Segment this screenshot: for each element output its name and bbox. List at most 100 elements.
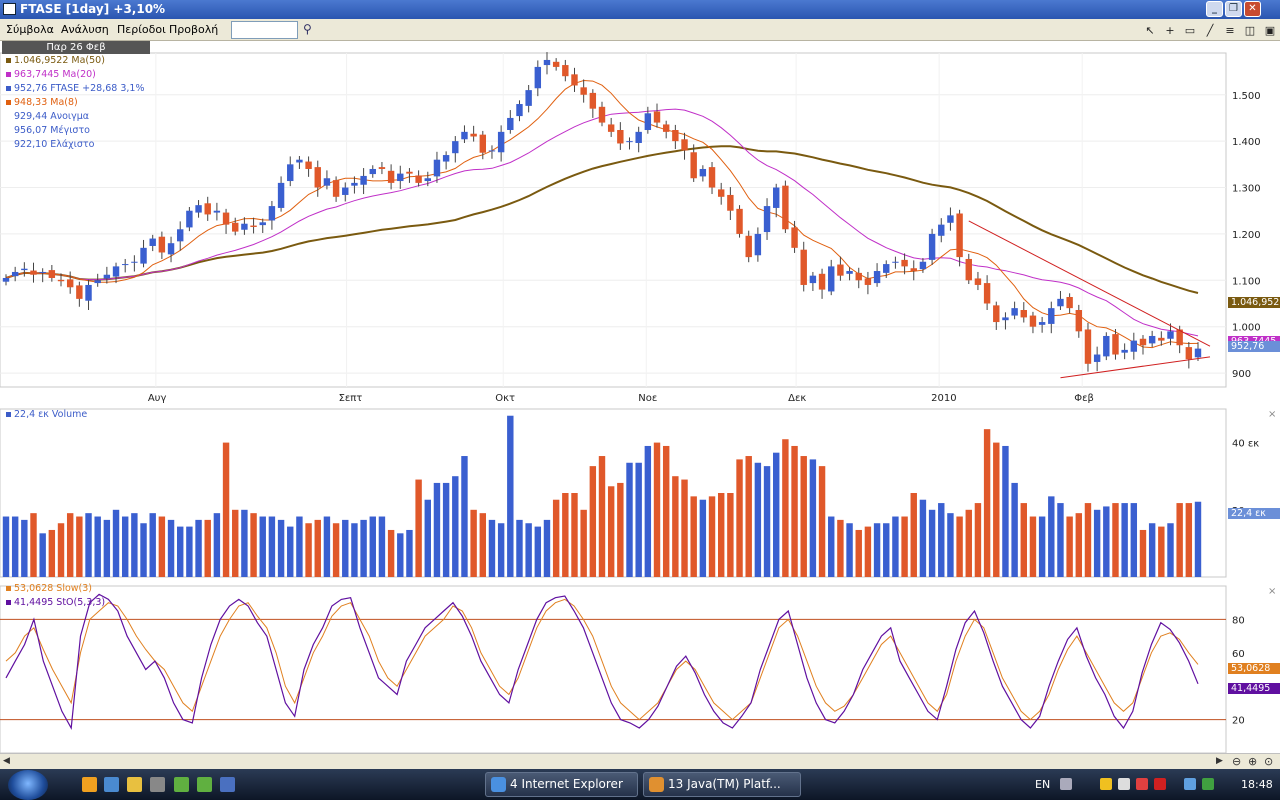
candle-body [543, 59, 551, 66]
candle-body [131, 261, 138, 263]
tray-app-icon[interactable] [1118, 778, 1130, 790]
restore-icon[interactable]: ❐ [1225, 1, 1242, 17]
candle-body [552, 61, 560, 67]
volume-bar [268, 516, 276, 577]
legend-high: 956,07 Μέγιστο [14, 125, 90, 136]
lines-icon[interactable]: ≡ [1222, 23, 1238, 38]
crosshair-icon[interactable]: + [1162, 23, 1178, 38]
volume-bar [1038, 516, 1046, 577]
clock-app-icon[interactable] [127, 777, 142, 792]
candle-body [883, 264, 890, 273]
task-java-platform[interactable]: 13 Java(TM) Platf... [643, 772, 801, 797]
candle-body [1075, 309, 1083, 332]
volume-bar [85, 513, 92, 577]
app-icon [3, 3, 16, 15]
chart-canvas[interactable]: 1.500 1.400 1.300 1.200 1.100 1.000 900 Αυγ Σεπτ… [0, 41, 1280, 753]
tray-monitor-icon[interactable] [1184, 778, 1196, 790]
stochastic-close-icon: × [1268, 586, 1276, 597]
volume-bar [1020, 503, 1027, 577]
volume-bar [140, 523, 147, 577]
volume-bar [222, 442, 230, 577]
volume-bar [1167, 523, 1174, 577]
zoom-out-icon[interactable]: ⊖ [1232, 755, 1241, 768]
volume-bar [259, 516, 266, 577]
save-icon[interactable]: ▣ [1262, 23, 1278, 38]
candle-body [571, 74, 578, 86]
menu-symbols[interactable]: Σύμβολα [6, 23, 54, 36]
horizontal-scrollbar[interactable]: ◀ ▶ ⊖ ⊕ ⊙ [0, 753, 1280, 769]
search-icon[interactable]: ⚲ [303, 22, 319, 38]
candle-body [1158, 337, 1165, 341]
volume-bar [965, 509, 972, 577]
desktop-icon[interactable] [104, 777, 119, 792]
candle-body [534, 66, 542, 89]
candle-body [250, 225, 257, 227]
volume-bar [883, 523, 890, 577]
candle-body [103, 274, 111, 279]
zoom-in-icon[interactable]: ⊕ [1248, 755, 1257, 768]
menu-periods[interactable]: Περίοδοι [117, 23, 166, 36]
volume-bar [397, 533, 404, 577]
candle-body [76, 285, 83, 299]
volume-bar [782, 439, 789, 577]
tray-security-icon[interactable] [1136, 778, 1148, 790]
candle-body [928, 233, 936, 260]
candle-body [387, 170, 395, 183]
legend-low: 922,10 Ελάχιστο [14, 139, 95, 150]
task-java-label: 13 Java(TM) Platf... [668, 777, 781, 791]
price-tick-label: 900 [1232, 369, 1251, 380]
candle-body [690, 152, 697, 179]
volume-bar [901, 516, 908, 577]
menu-analysis[interactable]: Ανάλυση [61, 23, 109, 36]
rectangle-icon[interactable]: ▭ [1182, 23, 1198, 38]
candle-body [415, 175, 422, 183]
pointer-icon[interactable]: ↖ [1142, 23, 1158, 38]
ma50-price-tag: 1.046,952 [1228, 297, 1280, 308]
volume-bar [672, 476, 679, 577]
candle-body [662, 124, 670, 132]
network-icon[interactable] [1100, 778, 1112, 790]
volume-bar [442, 482, 450, 577]
volume-bar [644, 445, 652, 577]
candle-body [782, 185, 789, 230]
volume-bar [232, 509, 239, 577]
menu-view[interactable]: Προβολή [169, 23, 218, 36]
media-player-icon[interactable] [82, 777, 97, 792]
candle-body [11, 271, 19, 277]
minimize-icon[interactable]: _ [1206, 1, 1223, 17]
close-icon[interactable]: ✕ [1244, 1, 1261, 17]
line-tool-icon[interactable]: ╱ [1202, 23, 1218, 38]
zoom-fit-icon[interactable]: ⊙ [1264, 755, 1273, 768]
start-button[interactable] [8, 770, 48, 800]
window-app-icon[interactable] [220, 777, 235, 792]
keyboard-icon[interactable] [1060, 778, 1072, 790]
candle-body [708, 167, 716, 188]
volume-bar [277, 519, 285, 577]
legend-ma50: 1.046,9522 Ma(50) [6, 55, 105, 67]
chart-icon[interactable]: ◫ [1242, 23, 1258, 38]
time-axis-label: Σεπτ [339, 393, 363, 404]
chrome-icon[interactable] [174, 777, 189, 792]
candle-body [1011, 308, 1018, 316]
volume-bar [653, 442, 661, 577]
candle-body [1084, 329, 1092, 364]
language-indicator[interactable]: EN [1035, 778, 1050, 791]
symbol-search-input[interactable] [231, 21, 298, 39]
price-tick-label: 1.400 [1232, 137, 1261, 148]
volume-icon[interactable] [1202, 778, 1214, 790]
volume-bar [250, 513, 257, 577]
legend-price-text: 952,76 FTASE +28,68 3,1% [14, 83, 145, 94]
tray-m-icon[interactable] [1154, 778, 1166, 790]
tool-icon[interactable] [150, 777, 165, 792]
scroll-right-icon[interactable]: ▶ [1216, 756, 1223, 766]
candle-body [177, 229, 184, 242]
scroll-left-icon[interactable]: ◀ [3, 756, 10, 766]
volume-bar [681, 479, 688, 577]
candle-body [213, 210, 221, 213]
task-internet-explorer[interactable]: 4 Internet Explorer [485, 772, 638, 797]
price-panel [0, 52, 1227, 388]
candle-body [204, 203, 211, 215]
chrome-icon-2[interactable] [197, 777, 212, 792]
candle-body [1185, 347, 1193, 360]
volume-bar [983, 429, 991, 577]
